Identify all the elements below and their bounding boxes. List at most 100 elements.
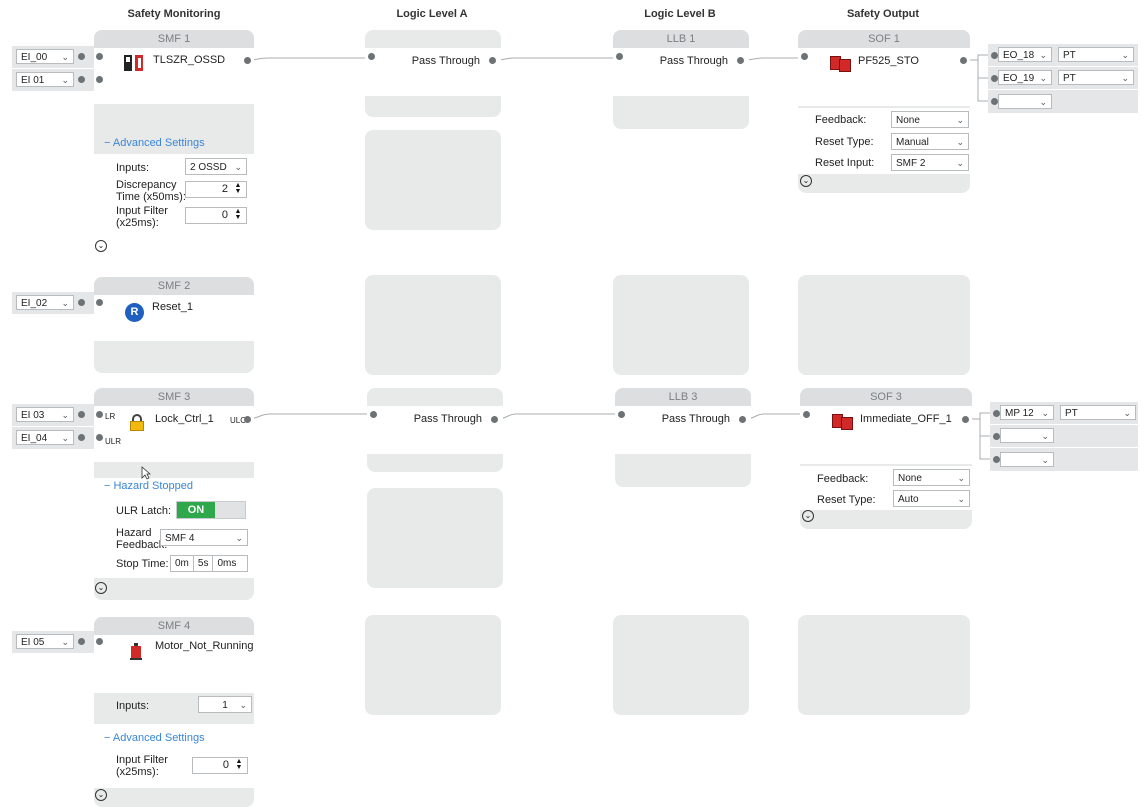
- sof3-card[interactable]: SOF 3: [800, 388, 972, 529]
- lla-row3-out-port[interactable]: [491, 416, 498, 423]
- smf3-header: SMF 3: [94, 388, 254, 406]
- smf4-filter-label: Input Filter (x25ms):: [116, 754, 168, 778]
- input-ei02-select[interactable]: EI_02 ⌄: [16, 295, 74, 310]
- sof1-collapse-icon[interactable]: ⌄: [800, 175, 812, 187]
- output-empty1-block: ⌄: [988, 90, 1138, 113]
- sof1-reset-type-select[interactable]: Manual ⌄: [891, 133, 969, 150]
- llb1-in-port[interactable]: [616, 53, 623, 60]
- lla-row3b-slot: [367, 488, 503, 588]
- smf1-advanced-toggle[interactable]: − Advanced Settings: [104, 137, 205, 149]
- input-ei04-port[interactable]: [78, 434, 85, 441]
- sof1-out-port[interactable]: [960, 57, 967, 64]
- input-ei04-select[interactable]: EI_04 ⌄: [16, 430, 74, 445]
- llb1-out-port[interactable]: [737, 57, 744, 64]
- smf1-filter-label: Input Filter (x25ms):: [116, 205, 168, 229]
- smf4-advanced-toggle[interactable]: − Advanced Settings: [104, 732, 205, 744]
- smf3-ulr-port[interactable]: [96, 434, 103, 441]
- input-ei03-select[interactable]: EI 03 ⌄: [16, 407, 74, 422]
- lla-row3-in-port[interactable]: [370, 411, 377, 418]
- lla-row1-card[interactable]: [365, 30, 501, 117]
- smf3-stop-time[interactable]: 0m 5s 0ms: [170, 555, 248, 572]
- input-ei05-select[interactable]: EI 05 ⌄: [16, 634, 74, 649]
- lla-row1-out-port[interactable]: [489, 57, 496, 64]
- sof3-feedback-label: Feedback:: [817, 473, 869, 485]
- output-mp12-select[interactable]: MP 12 ⌄: [1000, 405, 1054, 420]
- smf3-stop-label: Stop Time:: [116, 558, 169, 570]
- output-mp12-port[interactable]: [993, 410, 1000, 417]
- smf3-hazard-toggle[interactable]: − Hazard Stopped: [104, 480, 193, 492]
- smf3-feedback-select[interactable]: SMF 4 ⌄: [160, 529, 248, 546]
- output-empty1-select[interactable]: ⌄: [998, 94, 1052, 109]
- lla-row1-label: Pass Through: [411, 55, 480, 67]
- output-empty3-select[interactable]: ⌄: [1000, 452, 1054, 467]
- output-eo19-mode-select[interactable]: PT ⌄: [1058, 70, 1134, 85]
- output-mp12-block: MP 12 ⌄ PT ⌄: [990, 402, 1138, 424]
- output-empty3-port[interactable]: [993, 456, 1000, 463]
- smf1-inputs-select[interactable]: 2 OSSD ⌄: [185, 158, 247, 175]
- sof1-feedback-select[interactable]: None ⌄: [891, 111, 969, 128]
- smf1-discrepancy-spinner[interactable]: 2 ▲ ▼: [185, 181, 247, 198]
- smf2-in-port[interactable]: [96, 299, 103, 306]
- sof1-in-port[interactable]: [801, 53, 808, 60]
- smf3-lr-port[interactable]: [96, 411, 103, 418]
- output-eo18-block: EO_18 ⌄ PT ⌄: [988, 44, 1138, 66]
- sof-row2-slot: [798, 275, 970, 375]
- lla-row4-slot: [365, 615, 501, 715]
- llb3-card[interactable]: LLB 3: [615, 388, 751, 487]
- input-ei01-port[interactable]: [78, 76, 85, 83]
- output-eo19-block: EO_19 ⌄ PT ⌄: [988, 67, 1138, 89]
- input-ei01-select[interactable]: EI 01 ⌄: [16, 72, 74, 87]
- smf1-inputs-label: Inputs:: [116, 162, 150, 174]
- smf3-latch-label: ULR Latch:: [116, 505, 172, 517]
- smf4-collapse-icon[interactable]: ⌄: [95, 789, 107, 801]
- sof1-feedback-label: Feedback:: [815, 114, 867, 126]
- llb1-card[interactable]: LLB 1: [613, 30, 749, 129]
- smf4-inputs-select[interactable]: 1 ⌄: [198, 696, 252, 713]
- sof3-feedback-select[interactable]: None ⌄: [893, 469, 970, 486]
- sof3-reset-type-select[interactable]: Auto ⌄: [893, 490, 970, 507]
- smf4-in-port[interactable]: [96, 638, 103, 645]
- sof3-collapse-icon[interactable]: ⌄: [802, 510, 814, 522]
- smf4-filter-spinner[interactable]: 0 ▲ ▼: [192, 757, 248, 774]
- smf2-card[interactable]: SMF 2: [94, 277, 254, 373]
- output-eo19-select[interactable]: EO_19 ⌄: [998, 70, 1052, 85]
- output-eo19-port[interactable]: [991, 75, 998, 82]
- input-ei03-port[interactable]: [78, 411, 85, 418]
- lla-row1-in-port[interactable]: [368, 53, 375, 60]
- smf1-in-port-2[interactable]: [96, 76, 103, 83]
- llb3-in-port[interactable]: [618, 411, 625, 418]
- input-ei00-port[interactable]: [78, 53, 85, 60]
- smf3-ulr-label: ULR: [105, 437, 122, 446]
- smf1-out-port[interactable]: [244, 57, 251, 64]
- sof1-reset-input-select[interactable]: SMF 2 ⌄: [891, 154, 969, 171]
- output-empty2-block: ⌄: [990, 425, 1138, 447]
- output-eo18-port[interactable]: [991, 52, 998, 59]
- input-ei05-port[interactable]: [78, 638, 85, 645]
- smf1-in-port-1[interactable]: [96, 53, 103, 60]
- drive-icon: [832, 414, 854, 430]
- output-empty3-block: ⌄: [990, 448, 1138, 471]
- sof1-title: PF525_STO: [858, 55, 919, 67]
- sof3-out-port[interactable]: [962, 416, 969, 423]
- output-empty2-port[interactable]: [993, 433, 1000, 440]
- smf1-filter-spinner[interactable]: 0 ▲ ▼: [185, 207, 247, 224]
- sof3-in-port[interactable]: [803, 411, 810, 418]
- lla-row3-card[interactable]: [367, 388, 503, 472]
- output-empty1-port[interactable]: [991, 98, 998, 105]
- output-eo18-select[interactable]: EO_18 ⌄: [998, 47, 1052, 62]
- llb1-label: Pass Through: [659, 55, 728, 67]
- smf3-ulc-port[interactable]: [244, 416, 251, 423]
- input-ei02-port[interactable]: [78, 299, 85, 306]
- smf1-collapse-icon[interactable]: ⌄: [95, 240, 107, 252]
- llb3-out-port[interactable]: [739, 416, 746, 423]
- lla-row3-label: Pass Through: [413, 413, 482, 425]
- input-ei00-select[interactable]: EI_00 ⌄: [16, 49, 74, 64]
- smf3-latch-toggle[interactable]: ON: [176, 501, 246, 519]
- output-mp12-mode-select[interactable]: PT ⌄: [1060, 405, 1136, 420]
- sof-row4-slot: [798, 615, 970, 715]
- smf3-collapse-icon[interactable]: ⌄: [95, 582, 107, 594]
- output-eo18-mode-select[interactable]: PT ⌄: [1058, 47, 1134, 62]
- sof3-title: Immediate_OFF_1: [860, 413, 952, 425]
- output-empty2-select[interactable]: ⌄: [1000, 428, 1054, 443]
- smf4-title: Motor_Not_Running: [155, 640, 254, 652]
